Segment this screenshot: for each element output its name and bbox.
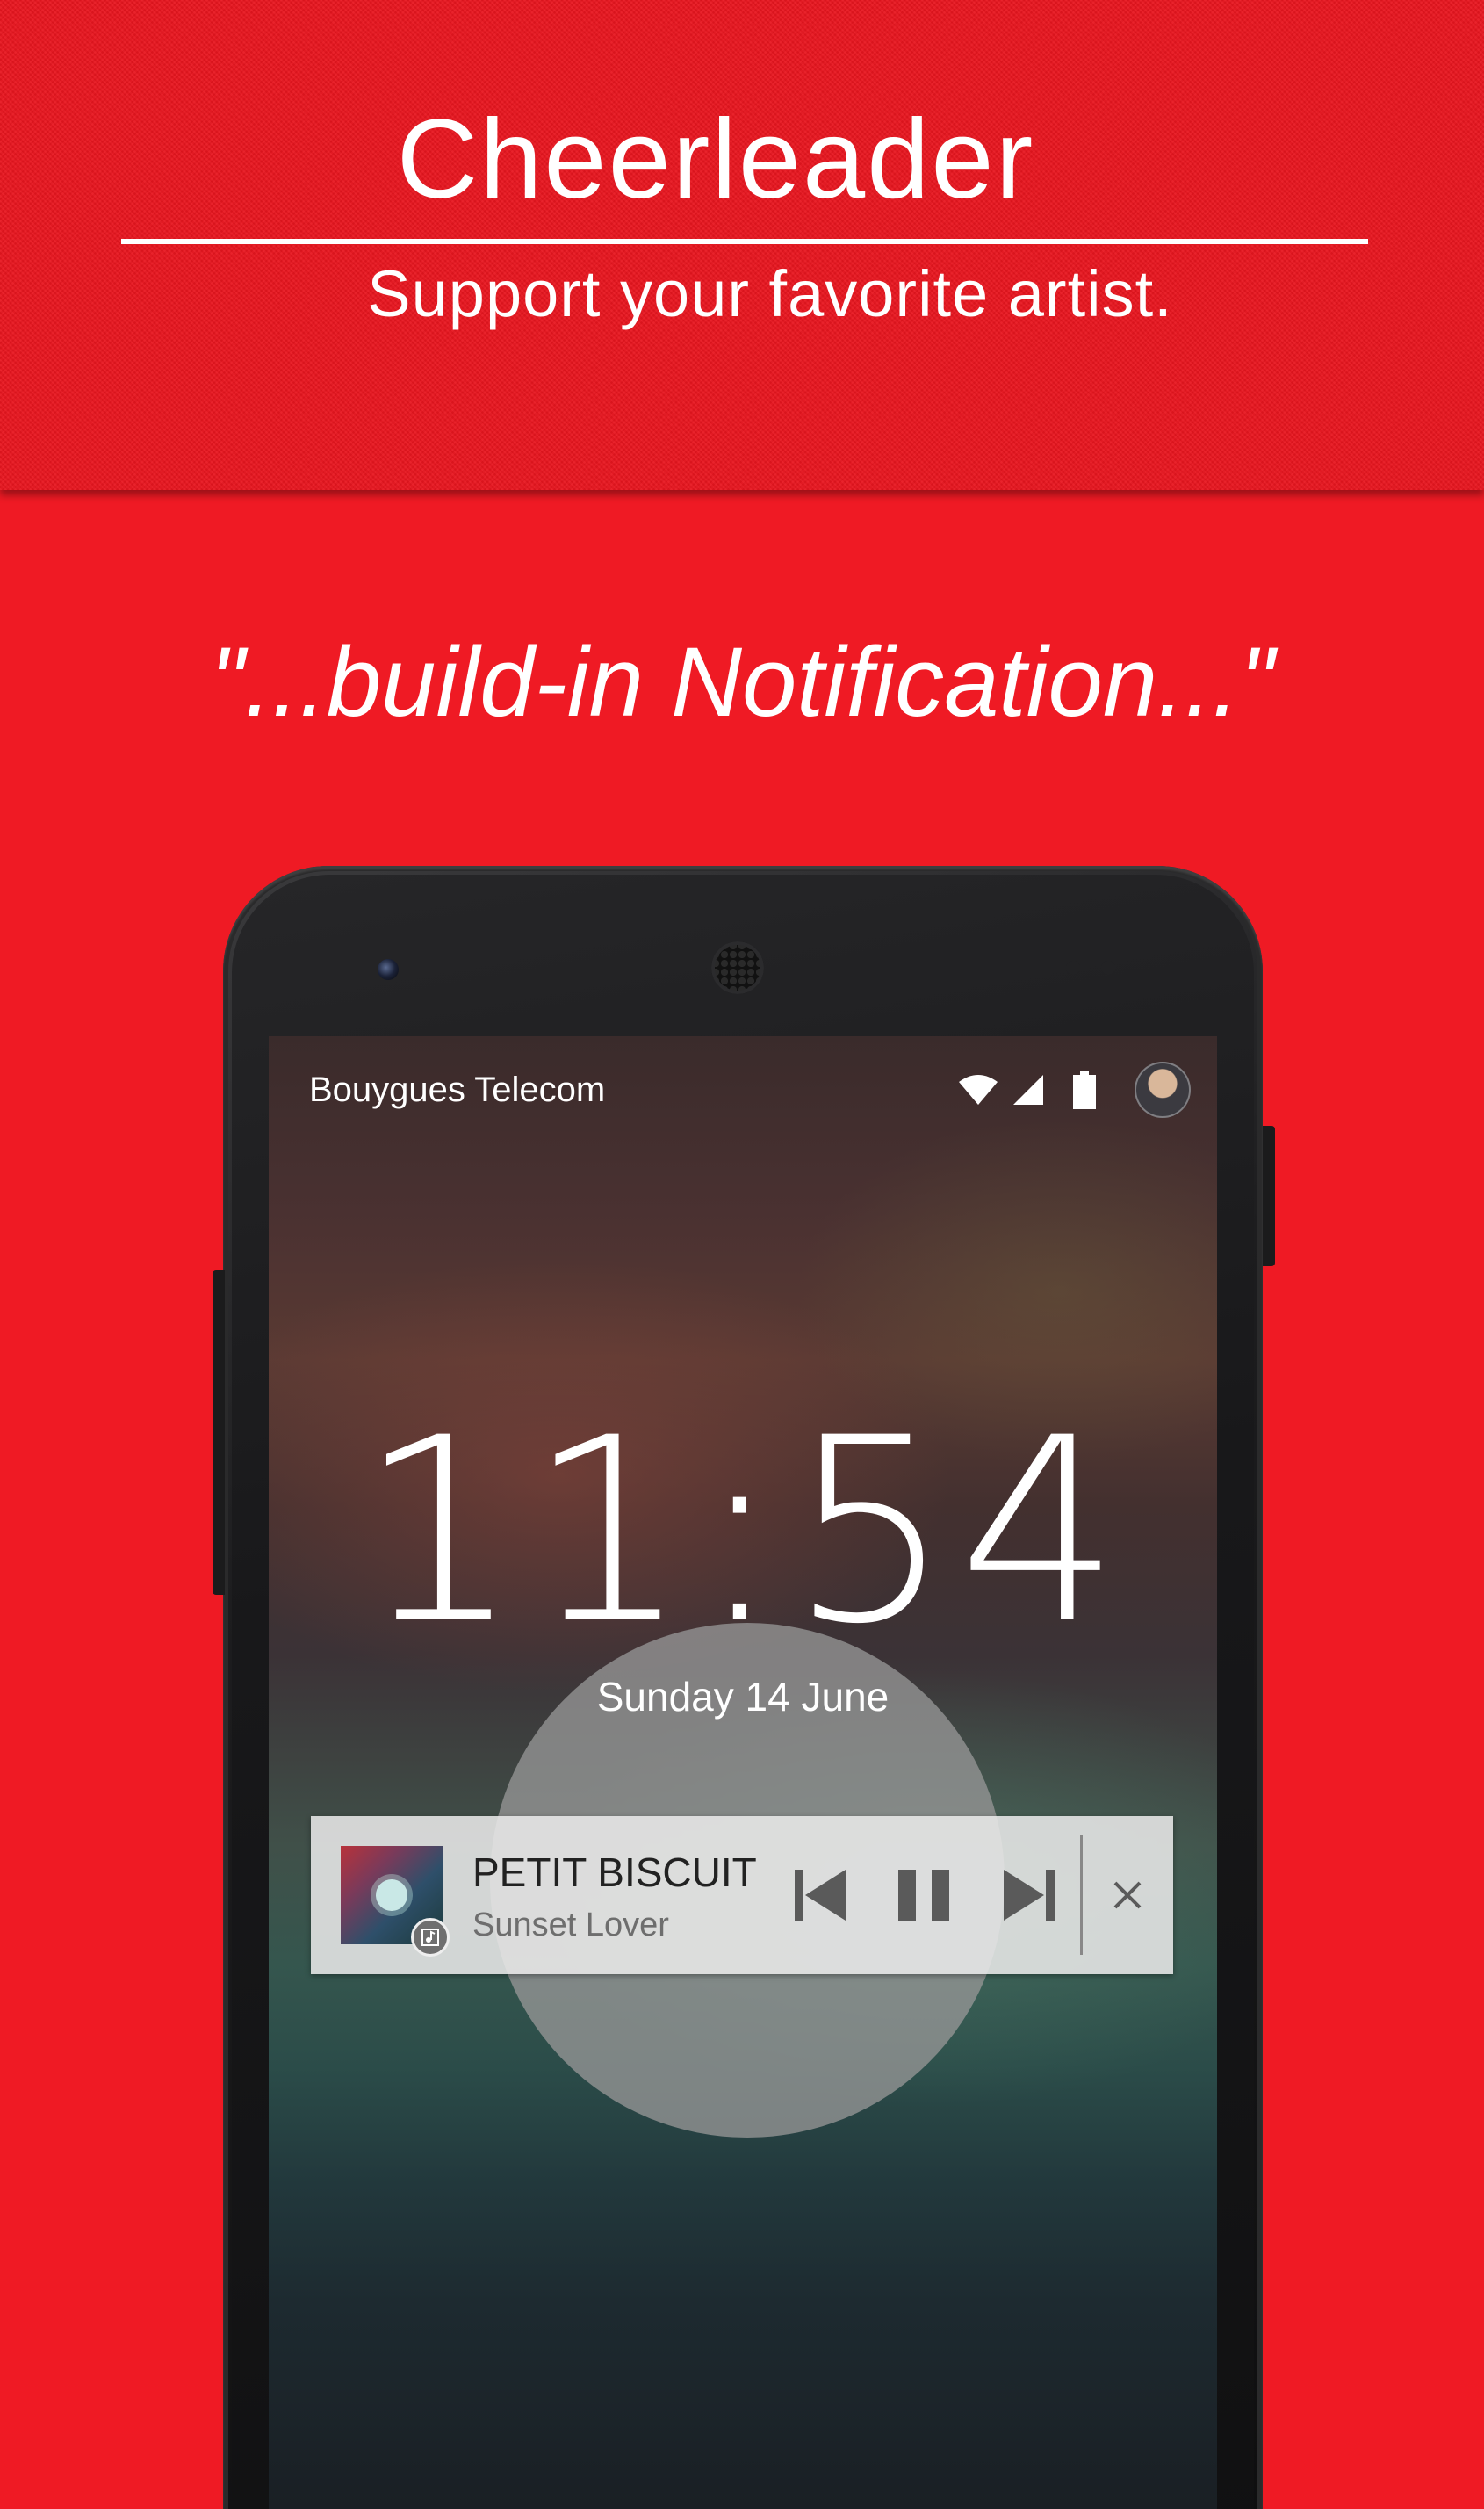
wifi-icon	[959, 1075, 998, 1105]
app-title: Cheerleader	[396, 97, 1035, 222]
carrier-name: Bouygues Telecom	[309, 1071, 606, 1109]
avatar[interactable]	[1135, 1062, 1191, 1118]
signal-icon	[1013, 1075, 1043, 1105]
pause-button[interactable]	[889, 1857, 959, 1934]
earpiece-speaker	[711, 941, 764, 994]
status-bar-icons	[957, 1059, 1191, 1121]
pause-icon	[898, 1870, 949, 1921]
clock-time: 11:54	[358, 1384, 1127, 1680]
header-banner: Cheerleader Support your favorite artist…	[0, 0, 1484, 490]
next-track-icon	[1004, 1870, 1055, 1921]
notification-title: PETIT BISCUIT	[472, 1849, 757, 1895]
power-button	[1263, 1126, 1275, 1266]
title-divider	[121, 239, 1368, 244]
feature-quote: "...build-in Notification..."	[209, 627, 1275, 737]
tagline: Support your favorite artist.	[367, 257, 1173, 330]
volume-button	[213, 1270, 225, 1595]
previous-track-icon	[795, 1870, 846, 1921]
app-small-icon	[411, 1918, 450, 1957]
front-camera	[378, 959, 399, 980]
light-sensor	[1101, 961, 1115, 975]
notification-subtitle: Sunset Lover	[472, 1907, 669, 1943]
promo-page: Cheerleader Support your favorite artist…	[0, 0, 1484, 2509]
media-notification[interactable]: PETIT BISCUIT Sunset Lover	[311, 1816, 1173, 1974]
battery-icon	[1073, 1071, 1096, 1109]
music-note-icon	[421, 1929, 439, 1946]
dismiss-button[interactable]	[1101, 1869, 1154, 1921]
close-icon	[1113, 1881, 1142, 1909]
next-track-button[interactable]	[994, 1857, 1064, 1934]
lock-screen: Bouygues Telecom 11:54 Sunday 14 June PE…	[269, 1036, 1217, 2509]
proximity-sensor	[1066, 961, 1080, 975]
previous-track-button[interactable]	[785, 1857, 855, 1934]
album-art-disc	[376, 1879, 407, 1911]
notification-divider	[1080, 1835, 1083, 1955]
clock-date: Sunday 14 June	[596, 1674, 890, 1720]
